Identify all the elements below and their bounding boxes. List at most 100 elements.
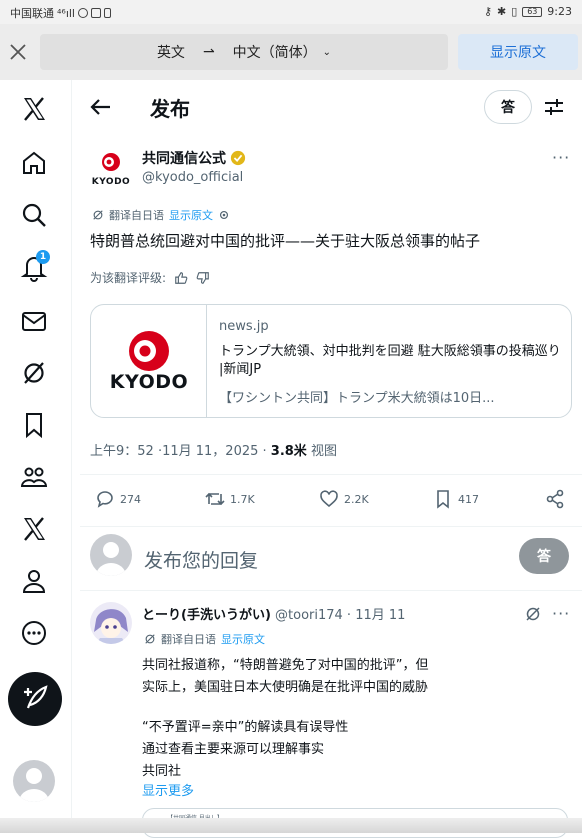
account-avatar[interactable] xyxy=(13,760,55,802)
reply-more-options-icon[interactable]: ··· xyxy=(552,604,570,623)
bookmark-icon xyxy=(437,490,449,509)
share-button[interactable] xyxy=(544,488,566,510)
reply-header-button[interactable]: 答 xyxy=(484,90,532,124)
sliders-icon[interactable] xyxy=(542,95,566,119)
grok-icon xyxy=(145,634,155,644)
author-handle[interactable]: @kyodo_official xyxy=(142,170,243,185)
author-name[interactable]: 共同通信公式 xyxy=(142,148,246,168)
reply-button[interactable]: 274 xyxy=(94,488,141,510)
tweet-actions: 274 1.7K 2.2K 417 xyxy=(90,488,572,516)
profile-icon[interactable] xyxy=(19,566,49,596)
views-label: 视图 xyxy=(306,444,337,459)
kyodo-avatar[interactable]: KYODO xyxy=(88,150,134,190)
bottom-edge xyxy=(0,818,582,833)
compose-post-button[interactable] xyxy=(8,672,62,726)
notification-badge: 1 xyxy=(36,250,50,264)
close-icon[interactable] xyxy=(6,40,30,64)
divider xyxy=(80,526,582,527)
communities-icon[interactable] xyxy=(19,462,49,492)
signal-icon: ⁴⁶ıll xyxy=(57,6,75,20)
reply-author-name: とーり(手洗いうがい) xyxy=(142,608,271,623)
heart-icon xyxy=(320,490,338,508)
translated-from-label: 翻译自日语 xyxy=(109,209,164,222)
bookmark-button[interactable]: 417 xyxy=(432,488,479,510)
show-more-link[interactable]: 显示更多 xyxy=(142,780,194,799)
translate-bar: 英文 ⇀ 中文（简体） ⌄ 显示原文 xyxy=(0,24,582,80)
home-icon[interactable] xyxy=(19,148,49,178)
card-description: 【ワシントン共同】トランプ米大統領は10日... xyxy=(219,391,495,406)
show-original-button[interactable]: 显示原文 xyxy=(458,34,578,70)
x-logo-icon[interactable] xyxy=(19,94,49,124)
kyodo-logo-text: KYODO xyxy=(91,177,131,187)
show-original-link[interactable]: 显示原文 xyxy=(169,207,213,223)
reply-text-line: 实际上，美国驻日本大使明确是在批评中国的威胁 xyxy=(142,680,429,695)
main-header: 发布 答 xyxy=(72,80,582,136)
like-button[interactable]: 2.2K xyxy=(318,488,369,510)
target-language: 中文（简体） xyxy=(232,45,317,61)
translation-notice: 翻译自日语 显示原文 xyxy=(92,207,230,223)
grok-icon[interactable] xyxy=(524,605,542,623)
back-arrow-icon[interactable] xyxy=(88,94,114,120)
retweet-button[interactable]: 1.7K xyxy=(204,488,255,510)
verified-badge-icon xyxy=(230,150,246,166)
reply-translation-notice: 翻译自日语 显示原文 xyxy=(144,631,265,647)
sidebar: 1 xyxy=(0,80,72,820)
reply-text-line: 共同社报道称，“特朗普避免了对中国的批评”，但 xyxy=(142,658,429,673)
clock: 9:23 xyxy=(547,5,572,18)
reply-show-original-link[interactable]: 显示原文 xyxy=(221,631,265,647)
app-icon xyxy=(78,8,88,18)
page-title: 发布 xyxy=(150,97,190,121)
composer-avatar xyxy=(90,534,132,576)
like-count: 2.2K xyxy=(344,492,369,506)
mail-icon[interactable] xyxy=(19,306,49,336)
rate-translation-label: 为该翻译评级: xyxy=(90,271,167,285)
search-icon[interactable] xyxy=(19,200,49,230)
reply-author[interactable]: とーり(手洗いうがい) @toori174 · 11月 11 xyxy=(142,604,405,623)
tweet-text: 特朗普总统回避对中国的批评——关于驻大阪总领事的帖子 xyxy=(90,232,481,250)
divider xyxy=(80,474,582,475)
more-options-icon[interactable]: ··· xyxy=(552,148,570,167)
card-logo-text: KYODO xyxy=(109,371,189,393)
retweet-count: 1.7K xyxy=(230,492,255,506)
feather-plus-icon xyxy=(24,685,48,709)
source-language: 英文 xyxy=(156,45,185,61)
grok-icon[interactable] xyxy=(19,358,49,388)
rate-translation: 为该翻译评级: xyxy=(90,269,210,286)
card-kyodo-logo: KYODO xyxy=(91,305,207,417)
bookmark-count: 417 xyxy=(458,492,479,506)
gear-icon[interactable] xyxy=(218,209,230,221)
link-preview-card[interactable]: KYODO news.jp トランプ大統領、対中批判を回避 駐大阪総領事の投稿巡… xyxy=(90,304,572,418)
grok-icon xyxy=(93,210,103,220)
retweet-icon xyxy=(205,492,225,506)
reply-translated-from: 翻译自日语 xyxy=(161,633,216,646)
premium-x-icon[interactable] xyxy=(19,514,49,544)
reply-author-handle: @toori174 · 11月 11 xyxy=(270,608,406,623)
chevron-down-icon: ⌄ xyxy=(322,46,332,58)
swap-arrow-icon: ⇀ xyxy=(202,44,215,60)
thumbs-up-icon[interactable] xyxy=(174,271,188,285)
lock-icon xyxy=(104,8,111,18)
divider xyxy=(80,590,582,591)
thumbs-down-icon[interactable] xyxy=(196,271,210,285)
reply-submit-button[interactable]: 答 xyxy=(519,538,569,574)
tweet-meta: 上午9：52 ·11月 11，2025 · 3.8米 视图 xyxy=(90,440,337,459)
more-icon[interactable] xyxy=(19,618,49,648)
reply-count: 274 xyxy=(120,492,141,506)
share-icon xyxy=(546,489,564,509)
app-icon xyxy=(91,8,101,18)
tweet-timestamp[interactable]: 上午9：52 ·11月 11，2025 · xyxy=(90,444,271,459)
reply-text-line: 共同社 xyxy=(142,764,182,779)
card-domain: news.jp xyxy=(219,319,269,334)
bookmark-icon[interactable] xyxy=(19,410,49,440)
card-title: トランプ大統領、対中批判を回避 駐大阪総領事の投稿巡り |新闻JP xyxy=(219,344,561,377)
view-count: 3.8米 xyxy=(270,444,307,459)
reply-icon xyxy=(97,491,113,508)
reply-text-line: “不予置评=亲中”的解读具有误导性 xyxy=(142,720,349,735)
reply-input[interactable]: 发布您的回复 xyxy=(144,546,258,573)
reply-text-line: 通过查看主要来源可以理解事实 xyxy=(142,742,325,757)
reply-author-avatar[interactable] xyxy=(90,602,132,644)
battery-icon: 63 xyxy=(522,6,543,17)
key-icon: ⚷ xyxy=(483,5,493,18)
language-selector[interactable]: 英文 ⇀ 中文（简体） ⌄ xyxy=(40,34,448,70)
bluetooth-icon: ✱ xyxy=(497,5,507,18)
